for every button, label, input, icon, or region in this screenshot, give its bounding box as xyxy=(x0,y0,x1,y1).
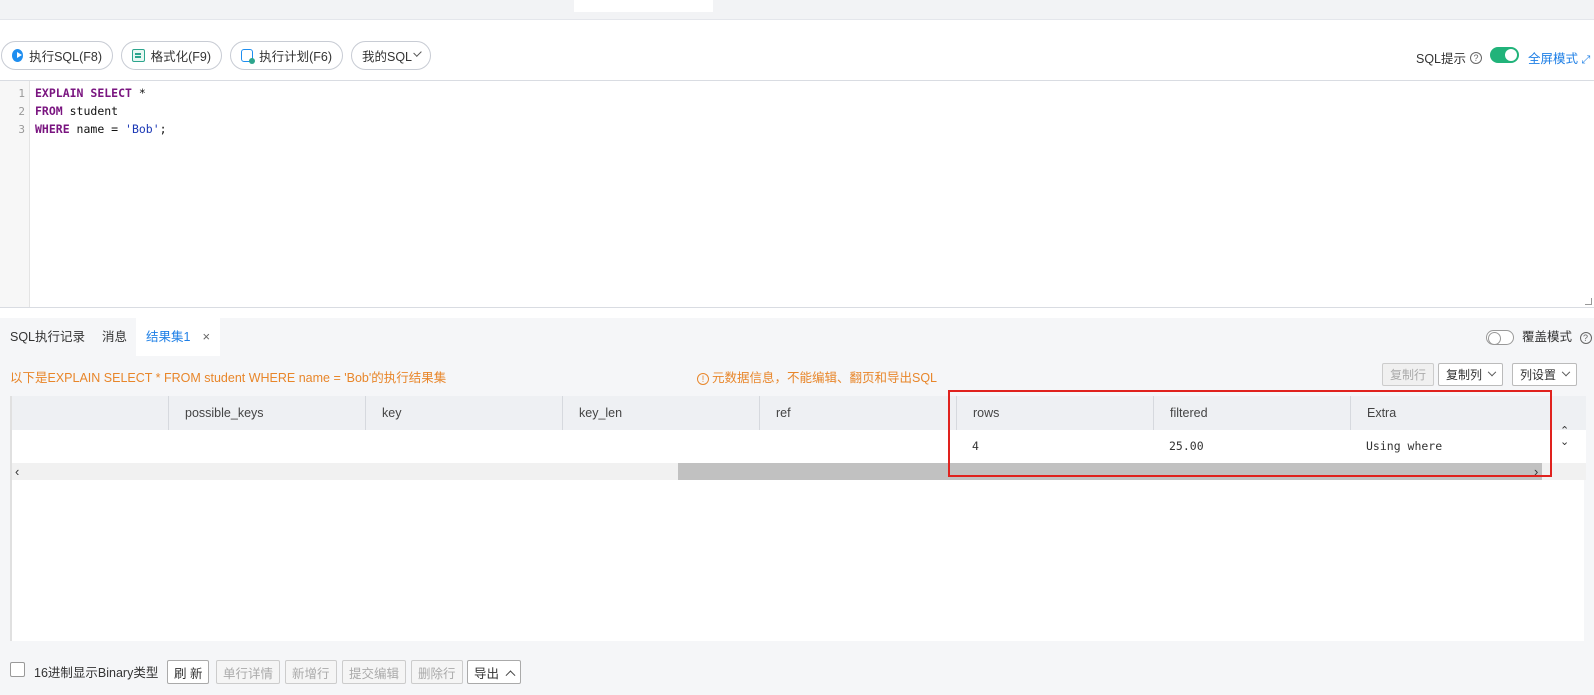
sql-keyword: FROM xyxy=(35,104,63,118)
copy-column-dropdown[interactable]: 复制列 xyxy=(1438,363,1504,386)
column-settings-label: 列设置 xyxy=(1520,368,1557,382)
sql-text: student xyxy=(62,104,119,118)
fullscreen-button[interactable]: 全屏模式 ⤢ xyxy=(1528,48,1590,67)
copy-row-button[interactable]: 复制行 xyxy=(1382,363,1435,386)
sql-text: * xyxy=(131,86,146,100)
cell-rows[interactable]: 4 xyxy=(956,430,979,463)
cover-mode-label: 覆盖模式 ? xyxy=(1522,318,1592,356)
hex-binary-checkbox[interactable] xyxy=(10,662,25,677)
line-number: 2 xyxy=(18,105,25,118)
column-header-key[interactable]: key xyxy=(365,396,562,430)
delete-row-button[interactable]: 删除行 xyxy=(411,660,463,684)
sql-hint: SQL提示 ? xyxy=(1416,48,1483,67)
export-label: 导出 xyxy=(474,666,500,681)
vertical-scroll-arrows[interactable]: ⌃ ⌄ xyxy=(1560,426,1569,448)
active-editor-tab[interactable] xyxy=(574,0,713,12)
help-icon[interactable]: ? xyxy=(1579,332,1592,344)
line-number: 1 xyxy=(18,87,25,100)
sql-keyword: WHERE xyxy=(35,122,70,136)
result-grid: possible_keys key key_len ref rows filte… xyxy=(10,396,1586,641)
cell-extra[interactable]: Using where xyxy=(1350,430,1442,463)
format-label: 格式化(F9) xyxy=(150,50,211,64)
hex-binary-label: 16进制显示Binary类型 xyxy=(34,666,159,680)
cover-mode-text: 覆盖模式 xyxy=(1522,330,1573,344)
tab-resultset-label: 结果集1 xyxy=(146,330,191,344)
code-line: EXPLAIN SELECT * xyxy=(35,86,146,100)
line-number: 3 xyxy=(18,123,25,136)
copy-column-label: 复制列 xyxy=(1446,368,1483,382)
metadata-notice: ! 元数据信息，不能编辑、翻页和导出SQL xyxy=(697,367,937,386)
column-header-ref[interactable]: ref xyxy=(759,396,956,430)
row-detail-button[interactable]: 单行详情 xyxy=(216,660,281,684)
run-sql-button[interactable]: 执行SQL(F8) xyxy=(1,41,113,70)
info-icon: ! xyxy=(697,373,709,385)
result-panel: 以下是EXPLAIN SELECT * FROM student WHERE n… xyxy=(0,356,1594,695)
top-tab-strip xyxy=(0,0,1594,20)
scroll-left-icon[interactable]: ‹ xyxy=(15,463,19,480)
chevron-down-icon xyxy=(1487,367,1497,376)
add-row-button[interactable]: 新增行 xyxy=(285,660,337,684)
copy-row-label: 复制行 xyxy=(1390,368,1427,382)
column-header-filtered[interactable]: filtered xyxy=(1153,396,1350,430)
column-header-extra[interactable]: Extra xyxy=(1350,396,1550,430)
format-icon xyxy=(132,49,145,62)
cell-filtered[interactable]: 25.00 xyxy=(1153,430,1204,463)
sql-text: name = xyxy=(69,122,126,136)
sql-hint-toggle[interactable] xyxy=(1490,47,1519,63)
play-icon xyxy=(12,49,24,62)
export-button[interactable]: 导出 xyxy=(467,660,522,684)
horizontal-scrollbar[interactable]: ‹ › xyxy=(12,463,1586,480)
explain-plan-button[interactable]: 执行计划(F6) xyxy=(230,41,343,70)
chevron-down-icon xyxy=(1561,367,1571,376)
column-settings-dropdown[interactable]: 列设置 xyxy=(1512,363,1578,386)
tab-sql-history[interactable]: SQL执行记录 xyxy=(10,318,85,356)
sql-keyword: EXPLAIN xyxy=(35,86,84,100)
scrollbar-thumb[interactable] xyxy=(678,463,1542,480)
chevron-up-icon xyxy=(505,669,516,680)
result-area: SQL执行记录 消息 结果集1 × 覆盖模式 ? 以下是EXPLAIN SELEC… xyxy=(0,318,1594,695)
tab-messages[interactable]: 消息 xyxy=(102,318,127,356)
close-icon[interactable]: × xyxy=(202,329,210,344)
code-line: WHERE name = 'Bob'; xyxy=(35,122,167,136)
column-header-rows[interactable]: rows xyxy=(956,396,1153,430)
refresh-button[interactable]: 刷 新 xyxy=(167,660,210,684)
my-sql-dropdown[interactable]: 我的SQL xyxy=(351,41,431,70)
fullscreen-label: 全屏模式 xyxy=(1528,52,1579,66)
resize-handle[interactable] xyxy=(1585,298,1592,305)
sql-hint-label: SQL提示 xyxy=(1416,52,1467,66)
column-header-key-len[interactable]: key_len xyxy=(562,396,759,430)
cover-mode-toggle[interactable] xyxy=(1486,330,1514,345)
chevron-down-icon[interactable]: ⌄ xyxy=(1560,437,1569,448)
scroll-right-icon[interactable]: › xyxy=(1534,463,1538,480)
result-footer: 16进制显示Binary类型 刷 新 单行详情 新增行 提交编辑 删除行 导出 xyxy=(0,652,1594,695)
chevron-down-icon xyxy=(413,48,422,57)
metadata-notice-text: 元数据信息，不能编辑、翻页和导出SQL xyxy=(712,371,938,385)
explain-plan-label: 执行计划(F6) xyxy=(259,50,332,64)
sql-string: 'Bob' xyxy=(125,122,160,136)
submit-edit-button[interactable]: 提交编辑 xyxy=(342,660,407,684)
table-row[interactable]: 4 25.00 Using where xyxy=(12,430,1586,463)
line-number-gutter: 1 2 3 xyxy=(0,81,30,307)
sql-text: ; xyxy=(159,122,167,136)
tab-resultset-1[interactable]: 结果集1 × xyxy=(136,318,221,356)
help-icon[interactable]: ? xyxy=(1470,51,1483,64)
grid-header: possible_keys key key_len ref rows filte… xyxy=(12,396,1586,430)
column-header-possible-keys[interactable]: possible_keys xyxy=(168,396,365,430)
code-line: FROM student xyxy=(35,104,118,118)
editor-toolbar: 执行SQL(F8) 格式化(F9) 执行计划(F6) 我的SQL SQL提示 ?… xyxy=(0,41,1594,70)
run-sql-label: 执行SQL(F8) xyxy=(29,50,102,64)
format-button[interactable]: 格式化(F9) xyxy=(121,41,222,70)
my-sql-label: 我的SQL xyxy=(362,50,413,64)
expand-icon: ⤢ xyxy=(1581,54,1591,66)
sql-editor[interactable]: 1 2 3 EXPLAIN SELECT * FROM student WHER… xyxy=(0,80,1594,308)
result-message: 以下是EXPLAIN SELECT * FROM student WHERE n… xyxy=(10,371,447,385)
plan-icon xyxy=(241,49,256,64)
sql-keyword: SELECT xyxy=(90,86,132,100)
